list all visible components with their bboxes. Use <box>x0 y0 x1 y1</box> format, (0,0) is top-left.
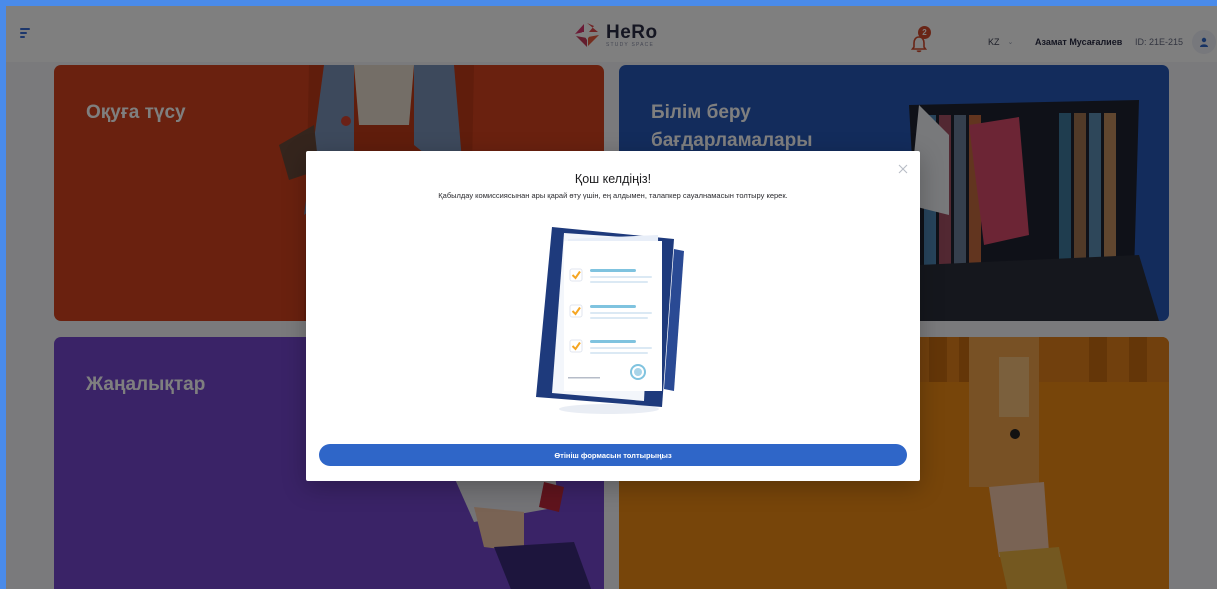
welcome-modal: Қош келдіңіз! Қабылдау комиссиясынан ары… <box>306 151 920 481</box>
app-frame: HeRo STUDY SPACE 2 KZ ⌄ Азамат Мусағалие… <box>0 0 1217 589</box>
fill-form-button[interactable]: Өтініш формасын толтырыңыз <box>319 444 907 466</box>
modal-title: Қош келдіңіз! <box>574 172 652 186</box>
clipboard-checklist-icon <box>524 221 694 416</box>
modal-description: Қабылдау комиссиясынан ары қарай өту үші… <box>438 191 788 200</box>
